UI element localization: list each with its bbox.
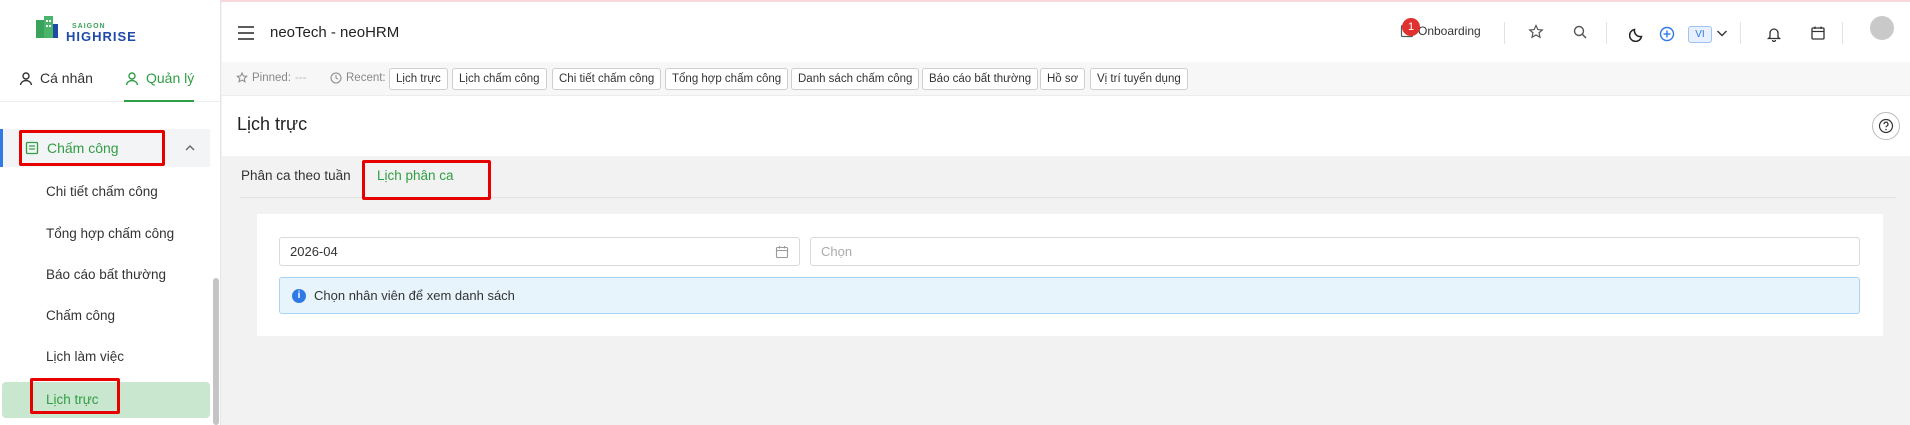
recent-chip[interactable]: Vị trí tuyển dụng: [1090, 68, 1188, 90]
onboarding-label: Onboarding: [1418, 24, 1481, 38]
user-icon: [19, 72, 33, 86]
bell-icon[interactable]: [1766, 26, 1782, 42]
recent-chip[interactable]: Danh sách chấm công: [791, 68, 920, 90]
sidebar-item-duty-schedule[interactable]: Lịch trực: [2, 382, 210, 418]
pinned-label: Pinned:: [252, 72, 292, 84]
top-header: neoTech - neoHRM Onboarding 1 VI: [222, 2, 1910, 62]
month-picker[interactable]: 2026-04: [279, 237, 800, 266]
chevron-down-icon[interactable]: [1716, 27, 1728, 39]
page-tabs: Phân ca theo tuần Lịch phân ca: [222, 156, 1910, 198]
user-mode-tabs: Cá nhân Quản lý: [0, 58, 221, 102]
month-value: 2026-04: [290, 244, 338, 259]
logo-big-text: HIGHRISE: [66, 29, 137, 44]
tab-weekly-shift[interactable]: Phân ca theo tuần: [241, 168, 351, 183]
timesheet-icon: [25, 141, 39, 155]
dark-mode-moon-icon[interactable]: [1629, 26, 1645, 42]
tab-personal-label: Cá nhân: [40, 70, 93, 86]
sidebar-group-label: Chấm công: [47, 140, 119, 156]
star-icon[interactable]: [1528, 24, 1544, 40]
recent-chip[interactable]: Báo cáo bất thường: [922, 68, 1039, 90]
add-circle-icon[interactable]: [1659, 26, 1675, 42]
header-divider: [1606, 22, 1607, 44]
recent-chip[interactable]: Chi tiết chấm công: [552, 68, 662, 90]
sidebar-item-work-schedule[interactable]: Lịch làm việc: [46, 349, 124, 364]
sidebar: SAIGON HIGHRISE Cá nhân Quản lý Chấm côn…: [0, 0, 221, 425]
sidebar-group-timesheet[interactable]: Chấm công: [0, 129, 210, 167]
app-title: neoTech - neoHRM: [270, 24, 400, 41]
tabs-divider: [240, 197, 1896, 198]
info-alert-text: Chọn nhân viên để xem danh sách: [314, 288, 515, 303]
sidebar-scrollbar[interactable]: [213, 278, 219, 425]
pinned-section: Pinned: ---: [236, 72, 307, 84]
recent-label: Recent:: [346, 72, 386, 84]
notification-count-badge: 1: [1402, 18, 1420, 36]
clock-icon: [330, 72, 342, 84]
page-header: Lịch trực: [222, 96, 1910, 156]
sidebar-item-timesheet-detail[interactable]: Chi tiết chấm công: [46, 184, 158, 199]
sidebar-item-timesheet-summary[interactable]: Tổng hợp chấm công: [46, 226, 174, 241]
employee-select[interactable]: Chọn: [810, 237, 1860, 266]
info-icon: i: [292, 288, 306, 303]
sidebar-item-anomaly-report[interactable]: Báo cáo bất thường: [46, 267, 166, 282]
recent-chip[interactable]: Hồ sơ: [1040, 68, 1086, 90]
company-logo[interactable]: SAIGON HIGHRISE: [32, 12, 150, 44]
page-title: Lịch trực: [237, 114, 308, 134]
language-selector[interactable]: VI: [1688, 26, 1712, 43]
pinned-empty: ---: [295, 72, 307, 84]
calendar-icon[interactable]: [1810, 25, 1826, 41]
chevron-up-icon[interactable]: [184, 142, 196, 154]
schedule-filter-card: 2026-04 Chọn i Chọn nhân viên để xem dan…: [257, 214, 1883, 336]
recent-chip[interactable]: Lịch trực: [389, 68, 448, 90]
building-logo-icon: [36, 16, 58, 38]
header-divider: [1842, 22, 1843, 44]
help-button[interactable]: [1872, 112, 1900, 140]
recent-section: Recent:: [330, 72, 386, 84]
header-divider: [1504, 22, 1505, 44]
tab-manager-label: Quản lý: [146, 70, 195, 86]
info-alert: i Chọn nhân viên để xem danh sách: [279, 277, 1860, 314]
sidebar-item-timesheet[interactable]: Chấm công: [46, 308, 115, 323]
pinned-recent-bar: Pinned: --- Recent: Lịch trực Lịch chấm …: [222, 62, 1910, 96]
manager-icon: [125, 72, 139, 86]
header-divider: [1740, 22, 1741, 44]
employee-select-placeholder: Chọn: [821, 244, 853, 259]
tab-shift-schedule[interactable]: Lịch phân ca: [377, 168, 454, 183]
hamburger-menu-icon[interactable]: [238, 26, 254, 40]
help-question-icon: [1878, 118, 1894, 134]
recent-chip[interactable]: Lịch chấm công: [452, 68, 547, 90]
pin-star-icon: [236, 72, 248, 83]
tab-manager[interactable]: Quản lý: [124, 70, 195, 102]
user-avatar[interactable]: [1870, 16, 1894, 40]
calendar-icon: [775, 246, 789, 259]
sidebar-item-duty-label: Lịch trực: [46, 392, 99, 407]
recent-chip[interactable]: Tổng hợp chấm công: [665, 68, 789, 90]
tab-personal[interactable]: Cá nhân: [18, 70, 93, 102]
search-icon[interactable]: [1572, 24, 1588, 40]
